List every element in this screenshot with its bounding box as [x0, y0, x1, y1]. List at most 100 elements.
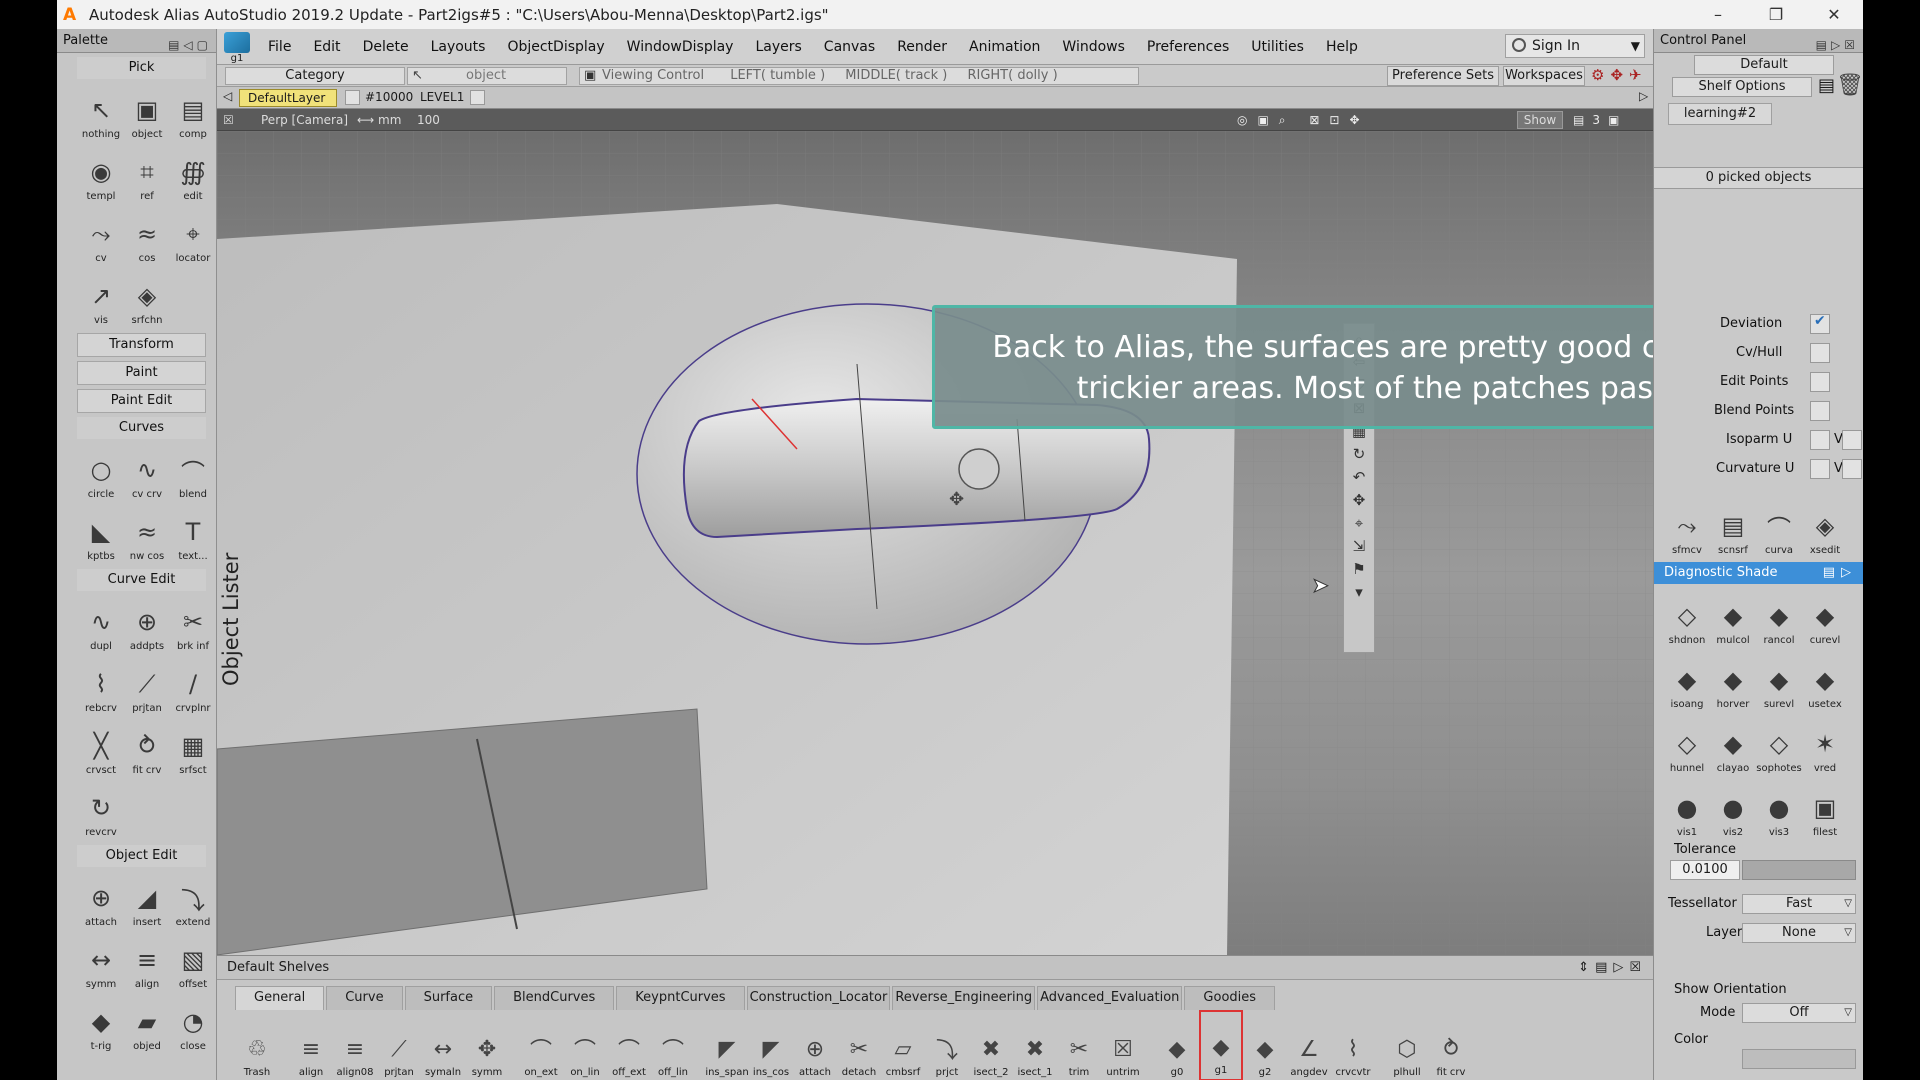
palette-tool-cos[interactable]: ≈ cos — [125, 205, 169, 267]
preference-sets-button[interactable]: Preference Sets — [1387, 66, 1499, 86]
diagnostic-tool-filest[interactable]: ▣ filest — [1802, 779, 1848, 841]
menu-preferences[interactable]: Preferences — [1136, 39, 1240, 55]
shelf-tab-learning[interactable]: learning#2 — [1668, 103, 1772, 125]
curvature-v-checkbox[interactable] — [1842, 459, 1862, 479]
shelf-tool-align08[interactable]: ≡ align08 — [333, 1010, 377, 1080]
close-button[interactable]: ✕ — [1805, 5, 1863, 24]
diagnostic-tool-vred[interactable]: ✶ vred — [1802, 715, 1848, 777]
shelf-tab-advanced-evaluation[interactable]: Advanced_Evaluation — [1037, 986, 1183, 1010]
cp-tool-xsedit[interactable]: ◈ xsedit — [1802, 497, 1848, 559]
diagnostic-header-icons[interactable]: ▤▷ — [1823, 562, 1857, 584]
g1-shelf-tool[interactable]: g1 — [217, 30, 257, 64]
menu-file[interactable]: File — [257, 39, 302, 55]
default-layer-checkbox[interactable] — [345, 90, 360, 105]
edit-points-checkbox[interactable] — [1810, 372, 1830, 392]
palette-tool-objed[interactable]: ▰ objed — [125, 993, 169, 1055]
layer-scroll-left-icon[interactable]: ◁ — [223, 89, 232, 103]
minimize-button[interactable]: – — [1689, 5, 1747, 24]
dolly-icon[interactable]: ⇲ — [1353, 537, 1366, 555]
category-field[interactable]: ↖ object — [407, 67, 567, 85]
shelf-tab-keypntcurves[interactable]: KeypntCurves — [616, 986, 745, 1010]
diagnostic-tool-usetex[interactable]: ◆ usetex — [1802, 651, 1848, 713]
palette-tool-crvplnr[interactable]: ∕ crvplnr — [171, 655, 215, 717]
paint-section-button[interactable]: Paint — [77, 361, 206, 385]
shelf-tool-g0[interactable]: ◆ g0 — [1155, 1010, 1199, 1080]
palette-tool-rebcrv[interactable]: ⌇ rebcrv — [79, 655, 123, 717]
object-edit-section-title[interactable]: Object Edit — [77, 845, 206, 867]
palette-tool-vis[interactable]: ↗ vis — [79, 267, 123, 329]
palette-header-icons[interactable]: ▤◁▢ — [168, 33, 212, 57]
palette-tool-object[interactable]: ▣ object — [125, 81, 169, 143]
palette-tool-extend[interactable]: ⤵ extend — [171, 869, 215, 931]
palette-tool-symm[interactable]: ↔ symm — [79, 931, 123, 993]
restore-button[interactable]: ❐ — [1747, 5, 1805, 24]
curves-section-title[interactable]: Curves — [77, 417, 206, 439]
palette-tool-locator[interactable]: ⌖ locator — [171, 205, 215, 267]
bookmark-icon[interactable]: ⚑ — [1352, 560, 1365, 578]
color-slider[interactable] — [1742, 1049, 1856, 1069]
diagnostic-shade-header[interactable]: Diagnostic Shade ▤▷ — [1654, 562, 1863, 584]
palette-tool-srfsct[interactable]: ▦ srfsct — [171, 717, 215, 779]
diagnostic-tool-clayao[interactable]: ◆ clayao — [1710, 715, 1756, 777]
palette-tool-comp[interactable]: ▤ comp — [171, 81, 215, 143]
shelf-tool-g2[interactable]: ◆ g2 — [1243, 1010, 1287, 1080]
palette-tool-ref[interactable]: ⌗ ref — [125, 143, 169, 205]
palette-tool-nothing[interactable]: ↖ nothing — [79, 81, 123, 143]
palette-tool-t-rig[interactable]: ◆ t-rig — [79, 993, 123, 1055]
shelf-tab-construction-locator[interactable]: Construction_Locator — [746, 986, 891, 1010]
menu-edit[interactable]: Edit — [302, 39, 351, 55]
default-preset-dropdown[interactable]: Default — [1694, 55, 1834, 75]
shelf-tool-prjtan[interactable]: ⟋ prjtan — [377, 1010, 421, 1080]
shelf-tab-general[interactable]: General — [235, 986, 325, 1010]
shelf-tool-ins-span[interactable]: ◤ ins_span — [705, 1010, 749, 1080]
default-layer-button[interactable]: DefaultLayer — [239, 89, 337, 107]
diagnostic-tool-sophotes[interactable]: ◇ sophotes — [1756, 715, 1802, 777]
menu-utilities[interactable]: Utilities — [1240, 39, 1315, 55]
palette-tool-dupl[interactable]: ∿ dupl — [79, 593, 123, 655]
control-panel-header-icons[interactable]: ▤▷☒ — [1816, 33, 1859, 57]
chevron-down-icon[interactable]: ▾ — [1355, 583, 1363, 601]
diagnostic-tool-mulcol[interactable]: ◆ mulcol — [1710, 587, 1756, 649]
diagnostic-tool-horver[interactable]: ◆ horver — [1710, 651, 1756, 713]
shelf-tool-attach[interactable]: ⊕ attach — [793, 1010, 837, 1080]
menu-windows[interactable]: Windows — [1051, 39, 1136, 55]
layer-dropdown[interactable]: None ▽ — [1742, 923, 1856, 943]
curve-edit-section-title[interactable]: Curve Edit — [77, 569, 206, 591]
palette-tool-brk-inf[interactable]: ✂ brk inf — [171, 593, 215, 655]
shelf-tool-prjct[interactable]: ⤵ prjct — [925, 1010, 969, 1080]
object-lister-tab[interactable]: Object Lister — [219, 489, 243, 749]
pan-icon[interactable]: ✥ — [1353, 491, 1366, 509]
shelf-tab-curve[interactable]: Curve — [326, 986, 403, 1010]
menu-delete[interactable]: Delete — [352, 39, 420, 55]
palette-tool-prjtan[interactable]: ⟋ prjtan — [125, 655, 169, 717]
palette-tool-srfchn[interactable]: ◈ srfchn — [125, 267, 169, 329]
shelf-tool-plhull[interactable]: ⬡ plhull — [1385, 1010, 1429, 1080]
palette-tool-insert[interactable]: ◢ insert — [125, 869, 169, 931]
palette-tool-fit-crv[interactable]: ⥁ fit crv — [125, 717, 169, 779]
palette-tool-text[interactable]: Ttext... — [171, 503, 215, 565]
palette-tool-cv[interactable]: ⤳ cv — [79, 205, 123, 267]
diagnostic-tool-rancol[interactable]: ◆ rancol — [1756, 587, 1802, 649]
menu-windowdisplay[interactable]: WindowDisplay — [616, 39, 745, 55]
menu-objectdisplay[interactable]: ObjectDisplay — [496, 39, 615, 55]
palette-tool-offset[interactable]: ▧ offset — [171, 931, 215, 993]
workspaces-button[interactable]: Workspaces — [1503, 66, 1585, 86]
undo-view-icon[interactable]: ↶ — [1353, 468, 1366, 486]
shelf-tool-symaln[interactable]: ↔ symaln — [421, 1010, 465, 1080]
shelf-tab-surface[interactable]: Surface — [404, 986, 493, 1010]
diagnostic-tool-vis3[interactable]: ● vis3 — [1756, 779, 1802, 841]
shelf-tool-symm[interactable]: ✥ symm — [465, 1010, 509, 1080]
palette-tool-align[interactable]: ≡ align — [125, 931, 169, 993]
trash-icon[interactable]: 🗑 — [1836, 73, 1863, 98]
menu-layers[interactable]: Layers — [744, 39, 812, 55]
diagnostic-tool-vis1[interactable]: ● vis1 — [1664, 779, 1710, 841]
diagnostic-tool-hunnel[interactable]: ◇ hunnel — [1664, 715, 1710, 777]
shelf-options-icon[interactable]: ▤ — [1818, 75, 1835, 96]
diagnostic-tool-isoang[interactable]: ◆ isoang — [1664, 651, 1710, 713]
blend-points-checkbox[interactable] — [1810, 401, 1830, 421]
shelf-tool-on-lin[interactable]: ⌒ on_lin — [563, 1010, 607, 1080]
shelf-tool-isect-1[interactable]: ✖ isect_1 — [1013, 1010, 1057, 1080]
rotate-icon[interactable]: ↻ — [1353, 445, 1366, 463]
palette-tool-circle[interactable]: ○ circle — [79, 441, 123, 503]
shelf-tool-on-ext[interactable]: ⌒ on_ext — [519, 1010, 563, 1080]
